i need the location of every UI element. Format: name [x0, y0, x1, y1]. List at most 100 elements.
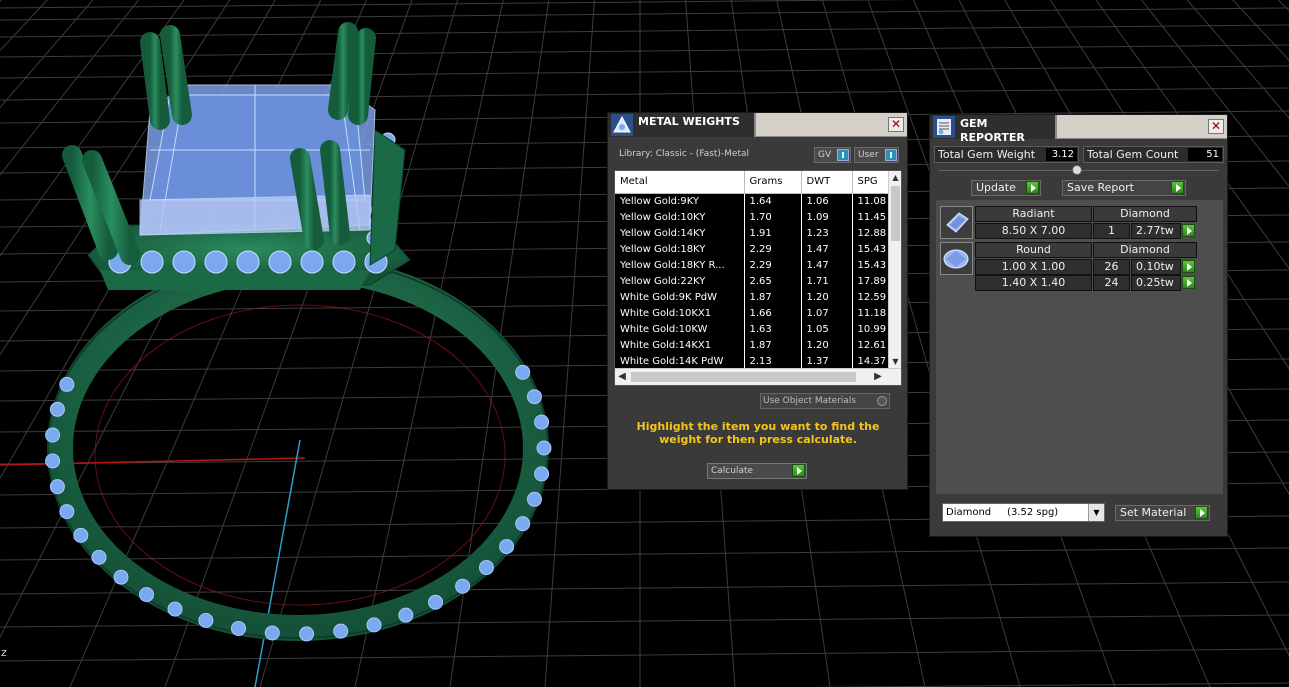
scroll-left-icon[interactable]: ◀ [615, 369, 629, 385]
scroll-thumb[interactable] [891, 186, 900, 241]
column-header-grams[interactable]: Grams [744, 171, 802, 194]
table-cell: 1.47 [801, 257, 853, 273]
table-cell: White Gold:14KX1 [615, 337, 745, 353]
table-cell: White Gold:14K PdW [615, 353, 745, 369]
gem-list[interactable]: Radiant Diamond 8.50 X 7.00 1 2.77tw Rou… [936, 200, 1223, 494]
table-cell: 1.05 [801, 321, 853, 337]
vertical-scrollbar[interactable]: ▲ ▼ [888, 171, 901, 368]
chevron-down-icon[interactable]: ▼ [1088, 504, 1104, 521]
table-row[interactable]: Yellow Gold:18KY R... 2.29 1.47 15.43 [615, 257, 893, 273]
table-row[interactable]: Yellow Gold:10KY 1.70 1.09 11.45 [615, 209, 893, 225]
material-select[interactable]: Diamond (3.52 spg) ▼ [942, 503, 1105, 522]
calculate-button[interactable]: Calculate [707, 463, 807, 479]
use-object-materials-toggle[interactable]: Use Object Materials [760, 393, 890, 409]
halo-stone [332, 250, 356, 274]
radio-icon [877, 396, 887, 406]
gem-size-cell[interactable]: 1.40 X 1.40 [975, 275, 1092, 291]
scroll-up-icon[interactable]: ▲ [889, 171, 901, 184]
halo-stone [204, 250, 228, 274]
band-stone [49, 479, 65, 495]
gv-toggle-label: GV [818, 150, 832, 160]
gem-count-cell[interactable]: 26 [1093, 259, 1130, 275]
table-row[interactable]: Yellow Gold:9KY 1.64 1.06 11.08 [615, 193, 893, 209]
band-stone [526, 389, 542, 405]
play-arrow-icon[interactable] [1182, 276, 1195, 289]
gem-weight-cell[interactable]: 0.10tw [1131, 259, 1181, 275]
table-cell: White Gold:10KW [615, 321, 745, 337]
table-cell: 1.70 [744, 209, 802, 225]
gem-count-cell[interactable]: 1 [1093, 223, 1130, 239]
table-row[interactable]: White Gold:9K PdW 1.87 1.20 12.59 [615, 289, 893, 305]
close-icon[interactable]: ✕ [1208, 119, 1224, 134]
side-halo [369, 129, 406, 266]
table-row[interactable]: White Gold:14KX1 1.87 1.20 12.61 [615, 337, 893, 353]
band-stone [428, 594, 444, 610]
column-header-dwt[interactable]: DWT [801, 171, 853, 194]
set-material-button[interactable]: Set Material [1115, 505, 1210, 521]
total-gem-weight-label: Total Gem Weight [938, 148, 1036, 161]
halo-stone [140, 250, 164, 274]
total-gem-count-label: Total Gem Count [1087, 148, 1179, 161]
play-arrow-icon[interactable] [1182, 224, 1195, 237]
table-cell: 12.61 [852, 337, 893, 353]
table-cell: 2.29 [744, 241, 802, 257]
table-cell: 2.29 [744, 257, 802, 273]
table-cell: Yellow Gold:18KY [615, 241, 745, 257]
table-cell: 12.59 [852, 289, 893, 305]
scroll-right-icon[interactable]: ▶ [871, 369, 885, 385]
metal-weights-titlebar[interactable]: METAL WEIGHTS ✕ [608, 113, 907, 137]
table-cell: 15.43 [852, 241, 893, 257]
total-gem-weight-value: 3.12 [1046, 148, 1077, 161]
table-cell: White Gold:9K PdW [615, 289, 745, 305]
table-row[interactable]: White Gold:14K PdW 2.13 1.37 14.37 [615, 353, 893, 369]
band-stone [398, 607, 414, 623]
table-row[interactable]: White Gold:10KW 1.63 1.05 10.99 [615, 321, 893, 337]
metal-table[interactable]: Metal Grams DWT SPG Yellow Gold:9KY 1.64 1… [614, 170, 902, 386]
column-header-spg[interactable]: SPG [852, 171, 893, 194]
table-cell: Yellow Gold:14KY [615, 225, 745, 241]
metal-weights-icon [611, 114, 633, 136]
band-stone [333, 623, 349, 639]
gem-reporter-icon [933, 116, 955, 138]
user-toggle[interactable]: User [854, 147, 899, 163]
play-arrow-icon [792, 464, 805, 477]
gem-weight-cell[interactable]: 0.25tw [1131, 275, 1181, 291]
total-gem-count: Total Gem Count 51 [1083, 146, 1224, 163]
save-report-label: Save Report [1067, 181, 1134, 194]
table-row[interactable]: Yellow Gold:18KY 2.29 1.47 15.43 [615, 241, 893, 257]
band-stone [91, 549, 107, 565]
table-row[interactable]: Yellow Gold:22KY 2.65 1.71 17.89 [615, 273, 893, 289]
gem-size-cell[interactable]: 8.50 X 7.00 [975, 223, 1092, 239]
horizontal-scrollbar[interactable]: ◀ ▶ [615, 368, 901, 385]
band-stone [198, 612, 214, 628]
gem-count-cell[interactable]: 24 [1093, 275, 1130, 291]
scroll-down-icon[interactable]: ▼ [889, 355, 901, 368]
band-stone [167, 601, 183, 617]
table-row[interactable]: Yellow Gold:14KY 1.91 1.23 12.88 [615, 225, 893, 241]
table-cell: 15.43 [852, 257, 893, 273]
band-stone [478, 560, 494, 576]
column-header-metal[interactable]: Metal [615, 171, 745, 194]
gem-reporter-titlebar[interactable]: GEM REPORTER ✕ [930, 115, 1227, 144]
set-material-label: Set Material [1120, 506, 1187, 519]
table-row[interactable]: White Gold:10KX1 1.66 1.07 11.18 [615, 305, 893, 321]
play-arrow-icon[interactable] [1182, 260, 1195, 273]
splitter-handle[interactable] [1072, 165, 1082, 175]
y-axis-line [254, 439, 301, 687]
close-icon[interactable]: ✕ [888, 117, 904, 132]
gv-toggle[interactable]: GV [814, 147, 851, 163]
gem-weight-cell[interactable]: 2.77tw [1131, 223, 1181, 239]
update-button[interactable]: Update [971, 180, 1041, 196]
band-stones [45, 364, 552, 642]
table-cell: 1.87 [744, 337, 802, 353]
material-select-value: Diamond (3.52 spg) [946, 507, 1059, 518]
band-stone [73, 527, 89, 543]
band-stone [515, 364, 531, 380]
gem-material-header: Diamond [1093, 242, 1197, 258]
gem-size-cell[interactable]: 1.00 X 1.00 [975, 259, 1092, 275]
band-stone [534, 466, 550, 482]
calculate-label: Calculate [711, 466, 754, 476]
scroll-thumb[interactable] [631, 372, 856, 382]
save-report-button[interactable]: Save Report [1062, 180, 1186, 196]
table-cell: 1.66 [744, 305, 802, 321]
